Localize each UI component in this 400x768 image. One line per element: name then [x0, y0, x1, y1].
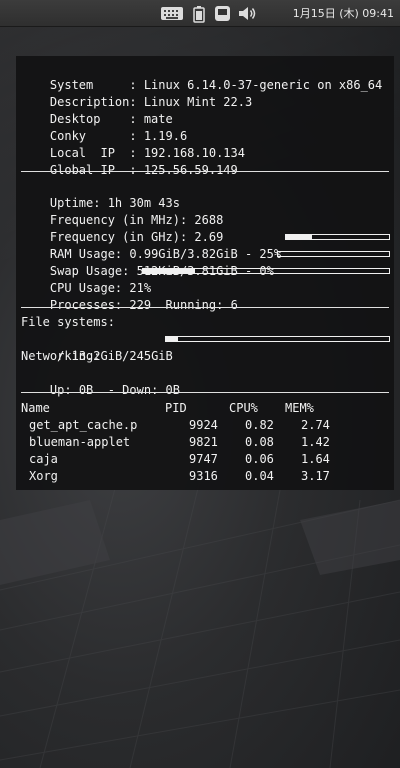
process-mem: 3.17 — [301, 469, 330, 483]
freq-mhz-row: Frequency (in MHz): 2688 — [21, 195, 223, 227]
process-pid: 9821 — [189, 435, 218, 449]
global-ip-row: Global IP : 125.56.59.149 — [21, 145, 238, 177]
separator — [21, 171, 389, 172]
process-pid: 9747 — [189, 452, 218, 466]
process-mem: 1.42 — [301, 435, 330, 449]
process-cpu: 0.82 — [245, 418, 274, 432]
column-header-cpu: CPU% — [229, 401, 258, 415]
global-ip-value: 125.56.59.149 — [143, 163, 238, 177]
battery-icon[interactable] — [192, 5, 206, 27]
keyboard-icon[interactable] — [160, 5, 184, 25]
process-cpu: 0.04 — [245, 469, 274, 483]
running-value: 6 — [230, 298, 238, 312]
freq-ghz-row: Frequency (in GHz): 2.69 — [21, 212, 223, 244]
networking-heading: Networking: — [21, 349, 101, 363]
processes-label: Processes: — [49, 298, 130, 312]
process-name: get_apt_cache.p — [29, 418, 138, 432]
swap-usage-bar — [277, 251, 390, 257]
network-speed-row: Up: 0B - Down: 0B — [21, 365, 180, 397]
media-icon[interactable] — [214, 5, 231, 26]
root-fs-row: / 13.2GiB/245GiB — [21, 331, 173, 363]
down-value: 0B — [165, 383, 180, 397]
separator — [21, 307, 389, 308]
process-pid: 9316 — [189, 469, 218, 483]
process-mem: 2.74 — [301, 418, 330, 432]
down-label: - Down: — [93, 383, 166, 397]
column-header-name: Name — [21, 401, 50, 415]
process-name: caja — [29, 452, 58, 466]
process-name: blueman-applet — [29, 435, 131, 449]
swap-row: Swap Usage: 512KiB/3.81GiB - 0% — [21, 246, 274, 278]
process-name: Xorg — [29, 469, 58, 483]
ram-usage-bar — [285, 234, 390, 240]
panel-clock[interactable]: 1月15日 (木) 09:41 — [293, 5, 394, 21]
conky-version-row: Conky : 1.19.6 — [21, 111, 187, 143]
conky-widget: System : Linux 6.14.0-37-generic on x86_… — [16, 56, 394, 490]
system-row: System : Linux 6.14.0-37-generic on x86_… — [21, 60, 382, 92]
cpu-usage-bar — [142, 268, 390, 274]
separator — [21, 392, 389, 393]
cpu-usage-fill — [143, 269, 195, 273]
running-label: Running: — [151, 298, 231, 312]
column-header-pid: PID — [165, 401, 187, 415]
uptime-row: Uptime: 1h 30m 43s — [21, 178, 180, 210]
process-cpu: 0.06 — [245, 452, 274, 466]
top-panel: 1月15日 (木) 09:41 — [0, 0, 400, 27]
process-cpu: 0.08 — [245, 435, 274, 449]
filesystems-heading: File systems: — [21, 315, 115, 329]
processes-count-row: Processes: 229 Running: 6 — [21, 280, 238, 312]
ram-row: RAM Usage: 0.99GiB/3.82GiB - 25% — [21, 229, 281, 261]
process-pid: 9924 — [189, 418, 218, 432]
root-fs-usage-bar — [165, 336, 390, 342]
global-ip-label: Global IP : — [49, 163, 144, 177]
up-value: 0B — [78, 383, 94, 397]
process-mem: 1.64 — [301, 452, 330, 466]
volume-icon[interactable] — [237, 5, 257, 26]
processes-value: 229 — [129, 298, 152, 312]
up-label: Up: — [49, 383, 79, 397]
root-fs-usage-fill — [166, 337, 179, 341]
local-ip-row: Local IP : 192.168.10.134 — [21, 128, 245, 160]
ram-usage-fill — [286, 235, 312, 239]
column-header-mem: MEM% — [285, 401, 314, 415]
cpu-row: CPU Usage: 21% — [21, 263, 151, 295]
desktop-row: Desktop : mate — [21, 94, 173, 126]
description-row: Description: Linux Mint 22.3 — [21, 77, 252, 109]
